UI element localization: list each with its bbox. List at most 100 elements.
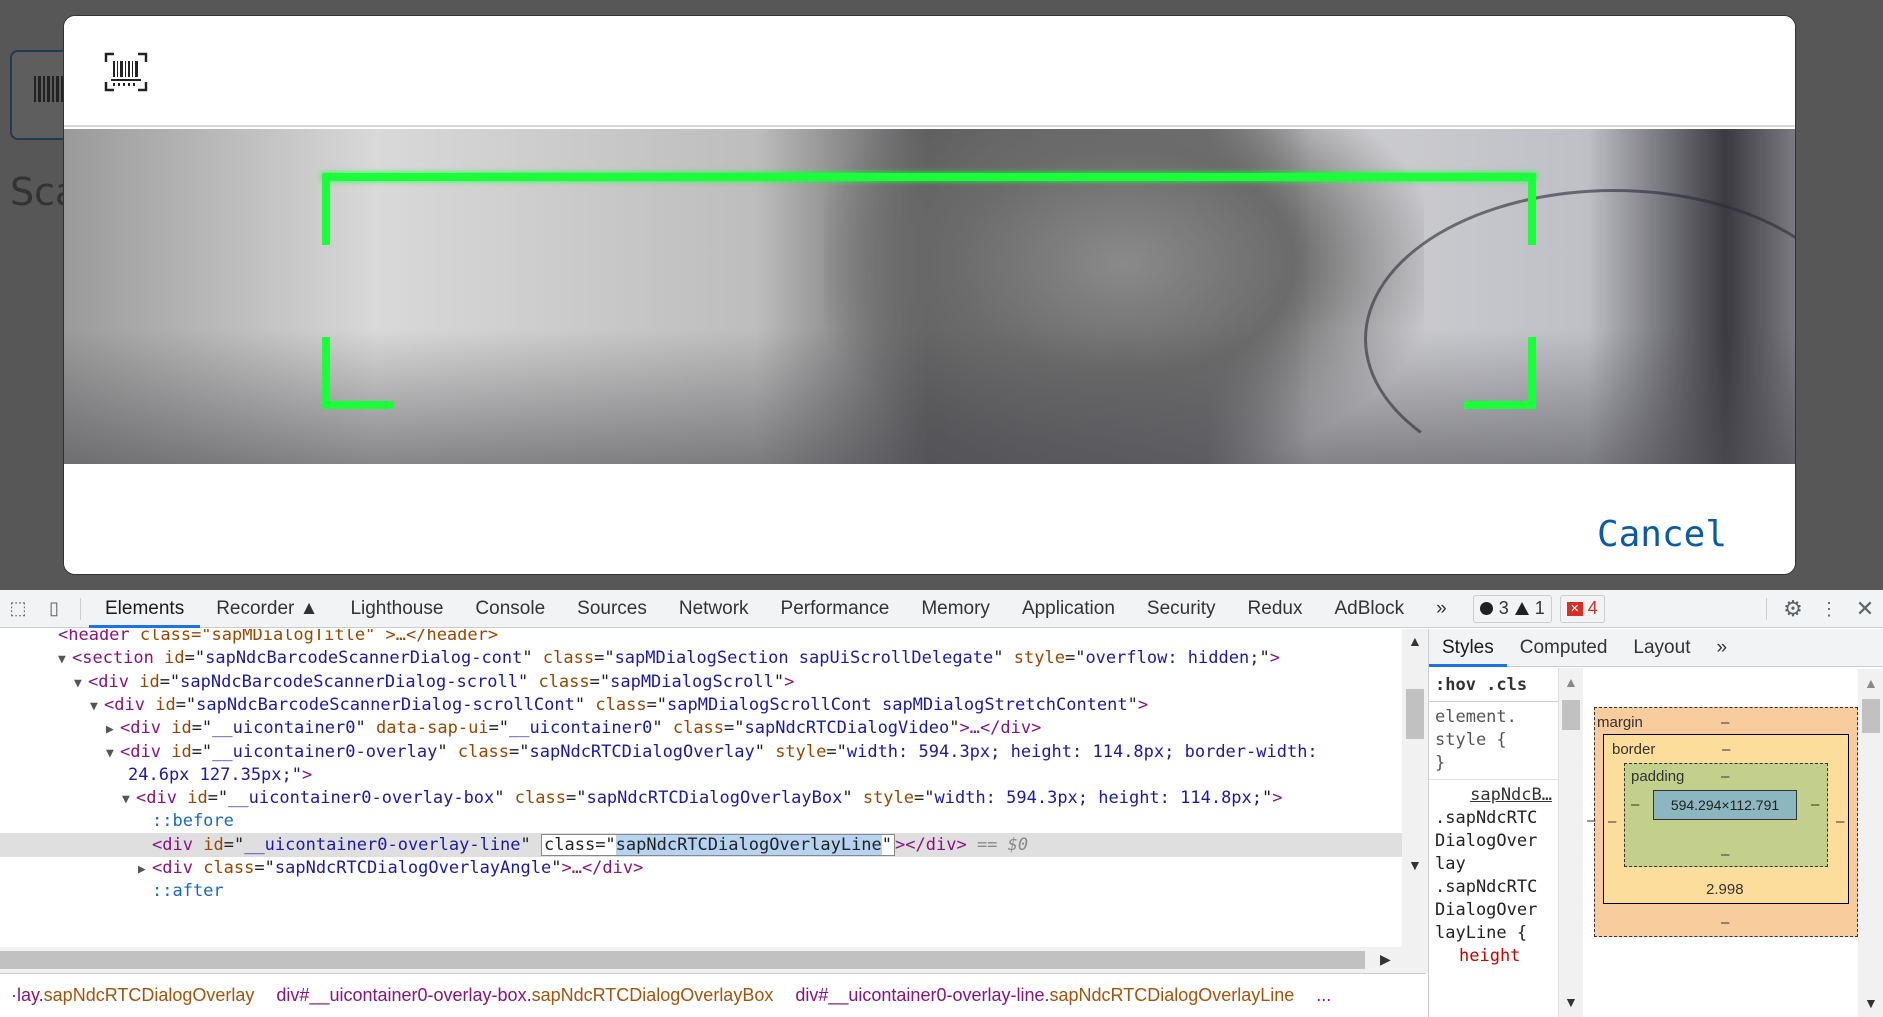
dom-tree-node[interactable]: ▼ <div id="sapNdcBarcodeScannerDialog-scr… <box>0 670 794 694</box>
devtools-tab-network[interactable]: Network <box>663 590 765 628</box>
scroll-down-arrow-icon[interactable]: ▼ <box>1864 995 1878 1011</box>
overlay-line-rule[interactable]: sapNdcB… .sapNdcRTC DialogOver lay .sapNdcR… <box>1429 780 1558 972</box>
breadcrumb-selector: div#__uicontainer0-overlay-box. <box>276 985 532 1005</box>
padding-right-value: – <box>1811 796 1820 813</box>
dom-tree-node[interactable]: 24.6px 127.35px;"> <box>0 763 312 787</box>
elements-dom-tree[interactable]: <header class="sapMDialogTitle" >…</head… <box>0 629 1402 973</box>
scroll-thumb[interactable] <box>1406 689 1424 739</box>
dom-tree-node[interactable]: ▶ <div id="__uicontainer0" data-sap-ui="_… <box>0 716 1041 740</box>
scroll-right-arrow-icon[interactable]: ▶ <box>1380 951 1391 968</box>
attribute-edit-selection[interactable]: sapNdcRTCDialogOverlayLine <box>615 834 882 855</box>
dialog-footer: Cancel <box>64 464 1795 574</box>
cancel-button[interactable]: Cancel <box>1597 514 1727 555</box>
rule-selector-line: DialogOver <box>1435 831 1538 851</box>
recorder-flask-icon: ▲ <box>294 597 319 619</box>
node-close: > <box>784 671 795 692</box>
node-attr-name: class <box>672 718 725 739</box>
dom-tree-node[interactable]: ▼ <div id="sapNdcBarcodeScannerDialog-scr… <box>0 693 1148 717</box>
dom-tree-node[interactable]: ::after <box>0 879 224 903</box>
node-attr-name: class <box>514 788 566 809</box>
dom-tree-node[interactable]: <div id="__uicontainer0-overlay-line" cl… <box>0 832 1402 857</box>
toolbar-separator-right <box>1766 598 1767 620</box>
console-counters[interactable]: 3 1 <box>1472 594 1552 623</box>
margin-top-value: – <box>1721 714 1730 731</box>
element-style-open: style { <box>1435 730 1507 750</box>
breadcrumb-item[interactable]: div#__uicontainer0-overlay-line.sapNdcRT… <box>784 985 1305 1006</box>
breadcrumb-item[interactable]: div#__uicontainer0-overlay-box.sapNdcRTC… <box>265 985 784 1006</box>
dom-tree-node[interactable]: ▶ <div class="sapNdcRTCDialogOverlayAngle… <box>0 856 643 880</box>
dom-tree-node[interactable]: ▼ <div id="__uicontainer0-overlay" class=… <box>0 740 1318 764</box>
node-close: > <box>1137 694 1149 715</box>
toolbar-separator <box>80 597 81 620</box>
devtools-tab-sources[interactable]: Sources <box>561 590 663 628</box>
padding-left-value: – <box>1631 796 1640 813</box>
node-open-bracket: < <box>152 834 163 855</box>
styles-tab-styles[interactable]: Styles <box>1429 629 1507 667</box>
elements-vertical-scrollbar[interactable]: ▲ ▼ <box>1402 629 1428 973</box>
padding-bottom-value: – <box>1721 846 1730 863</box>
styles-tabbar: Styles Computed Layout» <box>1429 629 1883 667</box>
devtools-tab-redux[interactable]: Redux <box>1232 590 1319 628</box>
devtools-tab-console[interactable]: Console <box>459 590 561 628</box>
styles-sidebar: Styles Computed Layout» :hov .cls element.… <box>1428 629 1883 1017</box>
rule-property[interactable]: height <box>1435 945 1552 968</box>
camera-video-feed <box>64 129 1795 464</box>
dom-tree-node[interactable]: ::before <box>0 809 234 833</box>
scroll-up-arrow-icon[interactable]: ▲ <box>1564 674 1578 690</box>
border-right-value: – <box>1836 813 1845 830</box>
scroll-up-arrow-icon[interactable]: ▲ <box>1408 633 1422 649</box>
styles-more-tabs[interactable]: » <box>1703 629 1740 667</box>
box-model-scrollbar[interactable]: ▲ ▼ <box>1858 669 1883 1017</box>
dom-tree-node[interactable]: <header class="sapMDialogTitle" >…</head… <box>0 629 498 647</box>
box-model-content[interactable]: 594.294×112.791 <box>1653 790 1797 820</box>
rule-selector-line: DialogOver <box>1435 900 1538 920</box>
box-model-border: border – 2.998 – – padding – – – – 594.2… <box>1603 734 1849 904</box>
node-attr-value: __uicontainer0-overlay <box>212 741 438 762</box>
element-style-selector: element. <box>1435 707 1517 727</box>
styles-scroll-thumb[interactable] <box>1562 700 1580 730</box>
devtools-tab-elements[interactable]: Elements <box>89 590 201 628</box>
devtools-right-controls: ⚙ ⋮ ✕ <box>1758 590 1883 628</box>
devtools-tab-recorder[interactable]: Recorder ▲ <box>200 590 334 628</box>
dom-tree-node[interactable]: ▼ <div id="__uicontainer0-overlay-box" cl… <box>0 786 1283 810</box>
more-options-icon[interactable]: ⋮ <box>1811 590 1847 628</box>
scroll-up-arrow-icon[interactable]: ▲ <box>1864 675 1878 691</box>
node-attr-value: sapMDialogScroll <box>610 671 774 692</box>
devtools-tab-adblock[interactable]: AdBlock <box>1318 590 1420 628</box>
devtools-tab-lighthouse[interactable]: Lighthouse <box>334 590 459 628</box>
error-count: 3 <box>1498 598 1509 618</box>
element-style-rule[interactable]: element. style { } <box>1429 702 1558 780</box>
styles-scrollbar[interactable]: ▲ ▼ <box>1559 668 1583 1017</box>
box-model-scroll-thumb[interactable] <box>1862 699 1880 733</box>
devtools-tab-application[interactable]: Application <box>1006 590 1131 628</box>
scroll-down-arrow-icon[interactable]: ▼ <box>1408 857 1422 873</box>
node-close: > <box>1272 788 1283 809</box>
inspect-element-icon[interactable]: ⬚ <box>0 590 36 628</box>
device-toolbar-icon[interactable]: ▯ <box>36 590 72 628</box>
attribute-edit-box[interactable]: class="sapNdcRTCDialogOverlayLine" <box>541 833 896 856</box>
elements-horizontal-scrollbar[interactable]: ▶ <box>0 947 1402 973</box>
warning-count: 1 <box>1534 598 1545 618</box>
styles-filter-bar[interactable]: :hov .cls <box>1429 668 1558 702</box>
devtools-tab-security[interactable]: Security <box>1131 590 1232 628</box>
node-tag: <section <box>72 648 154 669</box>
devtools-tab-performance[interactable]: Performance <box>765 590 906 628</box>
node-close: >…</div> <box>959 718 1042 739</box>
devtools-tab-memory[interactable]: Memory <box>905 590 1006 628</box>
close-devtools-icon[interactable]: ✕ <box>1847 590 1883 628</box>
more-tabs-button[interactable]: » <box>1420 590 1463 628</box>
settings-gear-icon[interactable]: ⚙ <box>1775 590 1811 628</box>
node-attr-value: sapNdcBarcodeScannerDialog-cont <box>205 648 523 669</box>
dom-tree-node[interactable]: ▼ <section id="sapNdcBarcodeScannerDialog… <box>0 646 1280 670</box>
scroll-down-arrow-icon[interactable]: ▼ <box>1564 994 1578 1010</box>
warning-icon <box>1514 602 1529 615</box>
styles-tab-computed[interactable]: Computed <box>1507 629 1621 667</box>
styles-tab-layout[interactable]: Layout <box>1620 629 1703 667</box>
breadcrumb-item[interactable]: ·lay.sapNdcRTCDialogOverlay <box>0 985 265 1006</box>
attribute-edit-prefix: class=" <box>544 834 616 855</box>
rule-source-link[interactable]: sapNdcB… <box>1435 784 1552 807</box>
breadcrumb-item[interactable]: ... <box>1305 985 1342 1006</box>
scroll-thumb-horizontal[interactable] <box>0 951 1365 969</box>
node-attr-value: width: 594.3px; height: 114.8px; border-… <box>846 741 1318 762</box>
issues-counter[interactable]: ✕ 4 <box>1559 594 1605 623</box>
